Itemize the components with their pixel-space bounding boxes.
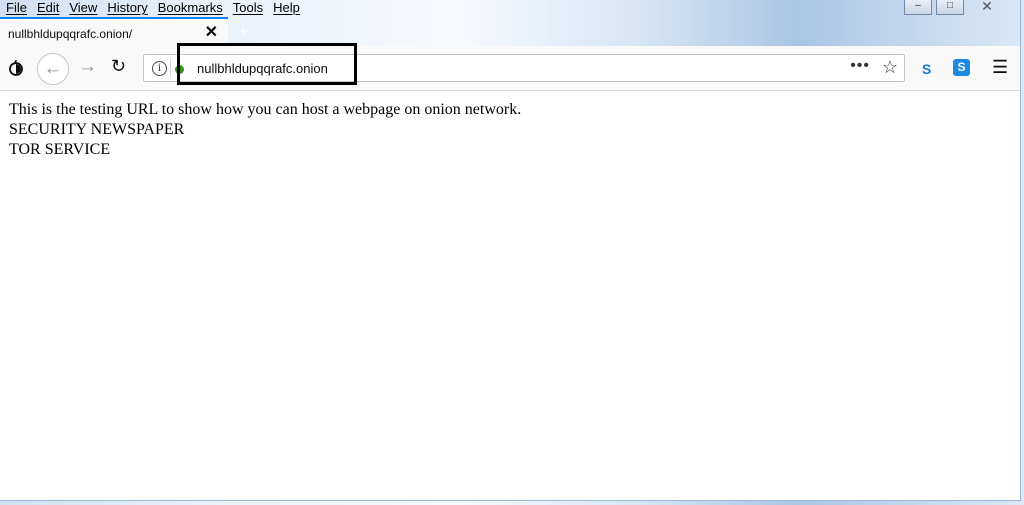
extension-s-icon[interactable]: S xyxy=(922,61,931,77)
reload-button[interactable]: ↻ xyxy=(111,56,126,77)
maximize-button[interactable]: □ xyxy=(936,0,964,15)
tab-title: nullbhldupqqrafc.onion/ xyxy=(8,27,133,41)
page-content: This is the testing URL to show how you … xyxy=(0,91,1020,500)
menu-view[interactable]: View xyxy=(69,1,97,15)
window-controls: – □ ✕ xyxy=(904,0,1006,16)
menu-bookmarks[interactable]: Bookmarks xyxy=(158,1,223,15)
url-bar[interactable]: i nullbhldupqqrafc.onion ••• ☆ xyxy=(143,54,905,82)
onion-icon[interactable] xyxy=(7,58,25,76)
minimize-button[interactable]: – xyxy=(904,0,932,15)
url-separator xyxy=(170,59,171,77)
menu-bar: File Edit View History Bookmarks Tools H… xyxy=(0,0,900,16)
browser-window: File Edit View History Bookmarks Tools H… xyxy=(0,0,1021,501)
page-text-line-2: SECURITY NEWSPAPER xyxy=(9,121,185,138)
hamburger-menu-icon[interactable]: ☰ xyxy=(992,57,1008,78)
bookmark-star-icon[interactable]: ☆ xyxy=(882,57,898,78)
new-tab-button[interactable]: + xyxy=(238,21,249,42)
close-window-button[interactable]: ✕ xyxy=(968,0,1006,14)
extension-s-box-icon[interactable]: S xyxy=(953,59,970,76)
page-text-line-1: This is the testing URL to show how you … xyxy=(9,101,522,118)
menu-history[interactable]: History xyxy=(107,1,147,15)
onion-secure-icon xyxy=(175,65,184,74)
menu-help[interactable]: Help xyxy=(273,1,300,15)
back-button[interactable]: ← xyxy=(37,53,69,85)
tab-active[interactable]: nullbhldupqqrafc.onion/ ✕ xyxy=(0,17,228,47)
page-text-line-3: TOR SERVICE xyxy=(9,141,111,158)
site-info-icon[interactable]: i xyxy=(152,61,167,76)
navigation-toolbar: ← → ↻ i nullbhldupqqrafc.onion ••• ☆ S S… xyxy=(0,46,1020,91)
forward-button[interactable]: → xyxy=(78,56,97,78)
menu-edit[interactable]: Edit xyxy=(37,1,59,15)
url-text[interactable]: nullbhldupqqrafc.onion xyxy=(197,61,328,76)
tab-strip: nullbhldupqqrafc.onion/ ✕ + xyxy=(0,17,1020,47)
tab-close-icon[interactable]: ✕ xyxy=(205,22,218,42)
menu-tools[interactable]: Tools xyxy=(233,1,263,15)
page-actions-icon[interactable]: ••• xyxy=(850,57,870,75)
menu-file[interactable]: File xyxy=(6,1,27,15)
